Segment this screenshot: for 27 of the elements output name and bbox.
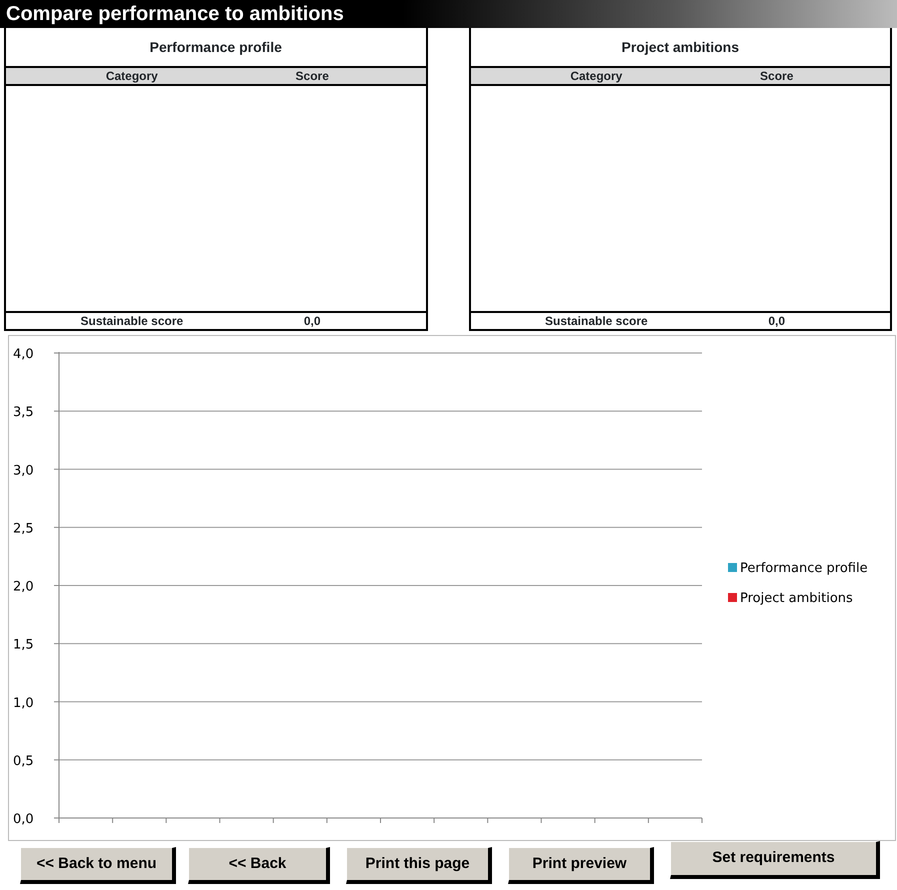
nav-button[interactable]: Print preview bbox=[508, 847, 654, 884]
footer-label: Sustainable score bbox=[544, 314, 648, 328]
y-tick-label: 0,0 bbox=[13, 812, 34, 827]
table-title: Project ambitions bbox=[622, 38, 739, 57]
y-tick-label: 2,0 bbox=[13, 580, 34, 594]
table-title: Performance profile bbox=[150, 38, 282, 57]
nav-button[interactable]: << Back bbox=[188, 847, 330, 884]
y-tick-label: 4,0 bbox=[13, 347, 34, 362]
footer-value: 0,0 bbox=[768, 314, 786, 328]
nav-button[interactable]: Set requirements bbox=[670, 841, 880, 879]
column-header: Category bbox=[570, 69, 622, 83]
column-header: Category bbox=[106, 69, 158, 83]
y-tick-label: 1,0 bbox=[13, 696, 34, 711]
y-tick-label: 0,5 bbox=[13, 754, 34, 769]
footer-value: 0,0 bbox=[304, 314, 321, 328]
nav-button[interactable]: Print this page bbox=[346, 847, 492, 884]
nav-button[interactable]: << Back to menu bbox=[20, 847, 176, 884]
column-header: Score bbox=[296, 69, 329, 83]
legend-label: Performance profile bbox=[740, 561, 868, 576]
y-tick-label: 3,5 bbox=[13, 405, 34, 420]
footer-label: Sustainable score bbox=[80, 314, 184, 328]
y-tick-label: 1,5 bbox=[13, 638, 34, 653]
y-tick-label: 2,5 bbox=[13, 521, 34, 536]
page-title: Compare performance to ambitions bbox=[0, 0, 897, 28]
y-tick-label: 3,0 bbox=[13, 463, 34, 478]
column-header: Score bbox=[760, 69, 794, 83]
legend-label: Project ambitions bbox=[740, 591, 853, 606]
